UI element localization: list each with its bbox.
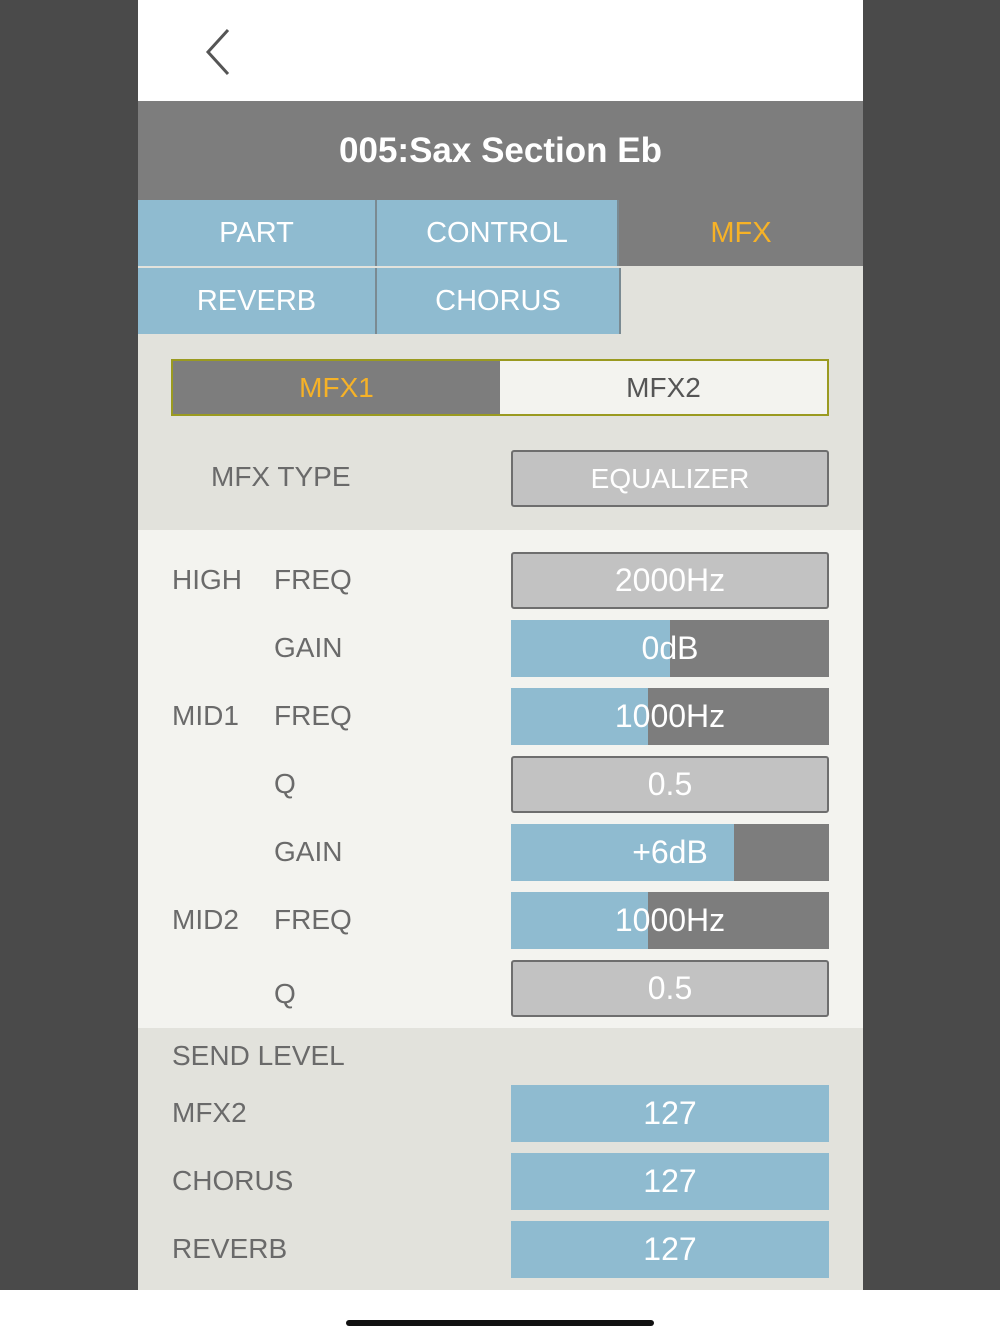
send-reverb-slider[interactable]: 127 [511,1221,829,1278]
segment-mfx1[interactable]: MFX1 [173,361,500,414]
mid2-freq-label: FREQ [274,904,352,935]
mid1-gain-label: GAIN [274,836,343,867]
mid2-freq-value: 1000Hz [614,902,726,938]
send-mfx2-label: MFX2 [172,1097,247,1128]
send-level-heading: SEND LEVEL [172,1040,345,1071]
mid1-gain-value: +6dB [632,834,708,870]
page-title: 005:Sax Section Eb [138,101,863,200]
send-chorus-value: 127 [643,1163,697,1199]
mid1-q-label: Q [274,768,296,799]
mid1-freq-value: 1000Hz [614,698,726,734]
send-chorus-slider[interactable]: 127 [511,1153,829,1210]
tab-part[interactable]: PART [138,200,377,266]
high-gain-label: GAIN [274,632,343,663]
high-freq-field[interactable]: 2000Hz [511,552,829,609]
tab-mfx[interactable]: MFX [619,200,863,266]
mfx-selector: MFX1 MFX2 [171,359,829,416]
tab-reverb[interactable]: REVERB [138,268,377,334]
send-mfx2-value: 127 [643,1095,697,1131]
mfx-editor-screen: 005:Sax Section Eb PART CONTROL MFX REVE… [138,0,863,1290]
mid1-gain-slider[interactable]: +6dB [511,824,829,881]
mid2-q-label: Q [274,978,296,1009]
home-indicator [346,1320,654,1326]
mid1-q-value: 0.5 [647,766,693,802]
mid1-q-field[interactable]: 0.5 [511,756,829,813]
back-button[interactable] [194,24,250,80]
high-gain-slider[interactable]: 0dB [511,620,829,677]
tab-chorus[interactable]: CHORUS [377,268,621,334]
mfx-type-value: EQUALIZER [590,462,750,494]
segment-mfx2[interactable]: MFX2 [500,361,827,414]
mid2-q-value: 0.5 [647,970,693,1006]
group-label-mid1: MID1 [172,700,239,731]
mid2-q-field[interactable]: 0.5 [511,960,829,1017]
high-freq-label: FREQ [274,564,352,595]
bottom-safe-area [0,1290,1000,1334]
send-reverb-label: REVERB [172,1233,288,1264]
high-freq-value: 2000Hz [614,562,726,598]
mid1-freq-label: FREQ [274,700,352,731]
send-reverb-value: 127 [643,1231,697,1267]
high-gain-value: 0dB [641,630,699,666]
group-label-high: HIGH [172,564,242,595]
group-label-mid2: MID2 [172,904,239,935]
nav-bar [138,0,863,101]
mid1-freq-slider[interactable]: 1000Hz [511,688,829,745]
tab-control[interactable]: CONTROL [377,200,619,266]
mfx-type-select[interactable]: EQUALIZER [511,450,829,507]
send-mfx2-slider[interactable]: 127 [511,1085,829,1142]
mfx-type-label: MFX TYPE [211,461,351,492]
mid2-freq-slider[interactable]: 1000Hz [511,892,829,949]
chevron-left-icon [205,28,230,76]
send-chorus-label: CHORUS [172,1165,294,1196]
